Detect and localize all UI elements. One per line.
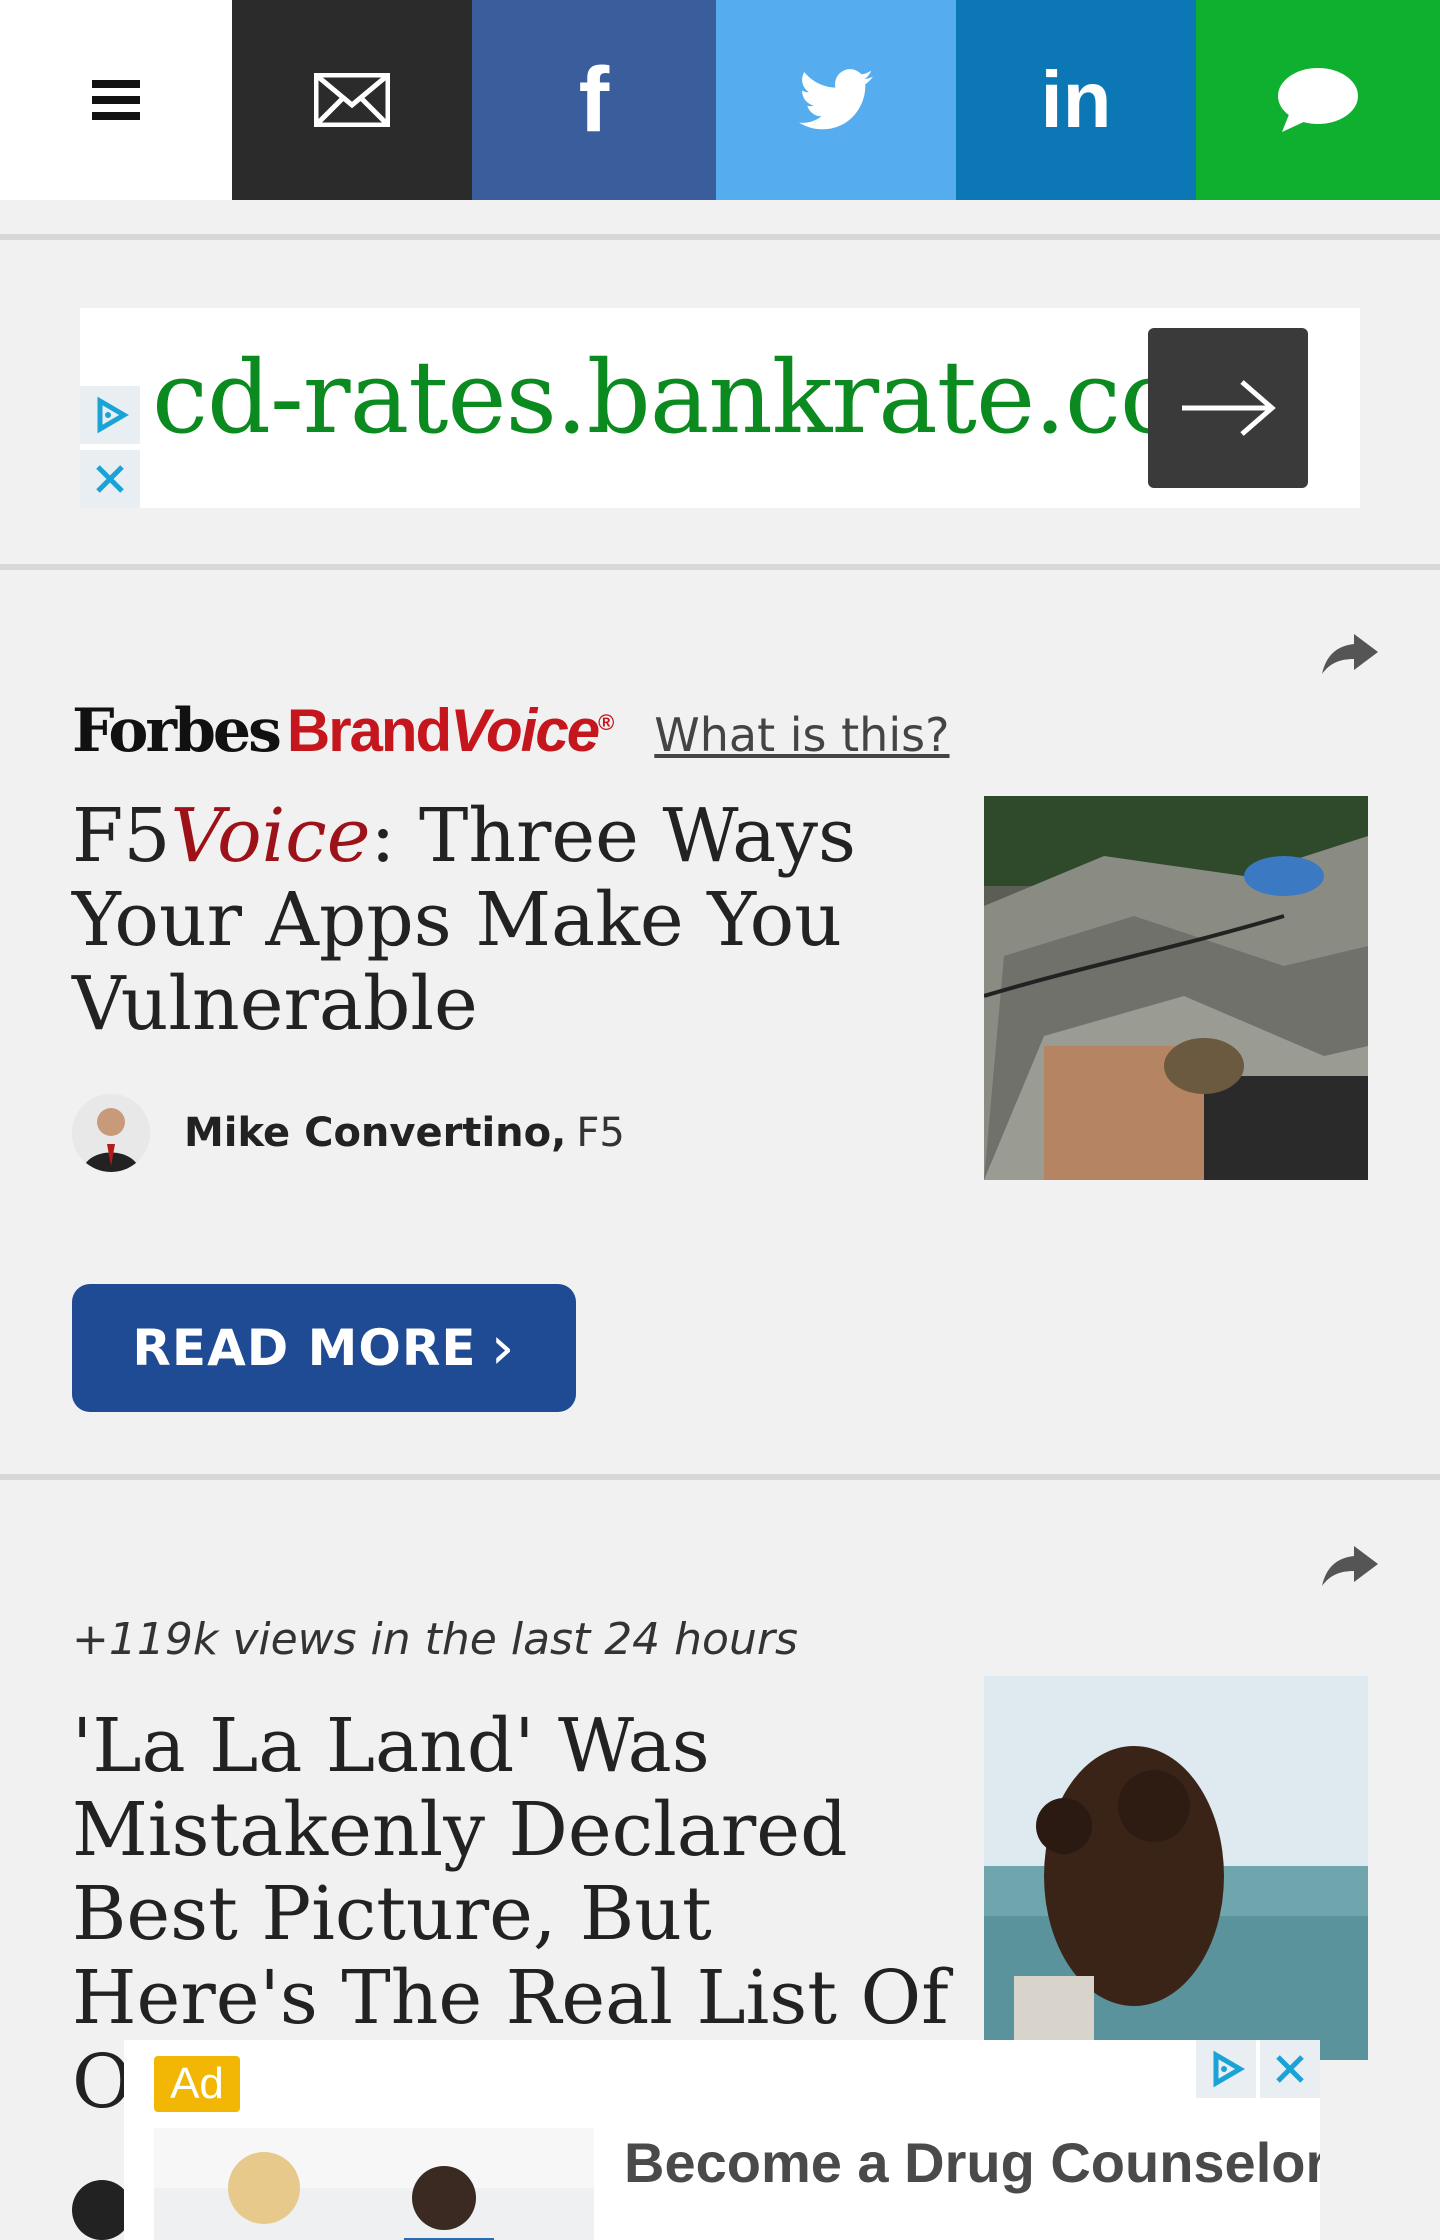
- hamburger-icon: [92, 72, 140, 128]
- arrow-right-icon: [1182, 380, 1276, 436]
- menu-button[interactable]: [0, 0, 232, 200]
- ad-label: Ad: [154, 2056, 240, 2112]
- avatar: [72, 1094, 150, 1172]
- ad-url-text[interactable]: cd-rates.bankrate.com: [152, 348, 1274, 448]
- chat-bubble-icon: [1278, 68, 1358, 132]
- what-is-this-link[interactable]: What is this?: [654, 708, 949, 762]
- adchoices-play-icon[interactable]: [1196, 2040, 1256, 2098]
- email-share-button[interactable]: [232, 0, 472, 200]
- envelope-icon: [314, 73, 390, 127]
- brandvoice-header: Forbes BrandVoice® What is this?: [72, 696, 950, 766]
- share-arrow-icon[interactable]: [1320, 630, 1380, 678]
- share-arrow-icon[interactable]: [1320, 1542, 1380, 1590]
- article-thumbnail[interactable]: [984, 796, 1368, 1180]
- ad-image[interactable]: [154, 2128, 594, 2240]
- divider: [0, 564, 1440, 570]
- forbes-logo: Forbes: [72, 696, 282, 766]
- ad-headline[interactable]: Become a Drug Counselor: [624, 2130, 1320, 2195]
- divider: [0, 234, 1440, 240]
- brandvoice-logo: BrandVoice®: [286, 697, 614, 764]
- chevron-right-icon: ›: [490, 1313, 516, 1383]
- twitter-bird-icon: [799, 69, 873, 130]
- close-icon[interactable]: [1260, 2040, 1320, 2098]
- facebook-share-button[interactable]: f: [472, 0, 716, 200]
- sms-share-button[interactable]: [1196, 0, 1440, 200]
- ad-go-button[interactable]: [1148, 328, 1308, 488]
- read-more-button[interactable]: READ MORE ›: [72, 1284, 576, 1412]
- article-title[interactable]: F5Voice: Three Ways Your Apps Make You V…: [72, 794, 932, 1046]
- close-icon[interactable]: [80, 450, 140, 508]
- linkedin-icon: in: [1040, 55, 1112, 144]
- author-byline[interactable]: Mike Convertino, F5: [72, 1094, 625, 1172]
- author-org: F5: [576, 1110, 625, 1156]
- divider: [0, 1474, 1440, 1480]
- facebook-icon: f: [578, 48, 610, 151]
- linkedin-share-button[interactable]: in: [956, 0, 1196, 200]
- author-name: Mike Convertino,: [184, 1110, 567, 1156]
- share-bar: f in: [0, 0, 1440, 200]
- views-count: +119k views in the last 24 hours: [72, 1614, 798, 1665]
- adchoices-play-icon[interactable]: [80, 386, 140, 444]
- twitter-share-button[interactable]: [716, 0, 956, 200]
- bottom-ad[interactable]: Ad Become a Drug Counselor: [124, 2040, 1320, 2240]
- ad-banner[interactable]: cd-rates.bankrate.com: [80, 308, 1360, 508]
- avatar: [72, 2180, 132, 2240]
- article-thumbnail[interactable]: [984, 1676, 1368, 2060]
